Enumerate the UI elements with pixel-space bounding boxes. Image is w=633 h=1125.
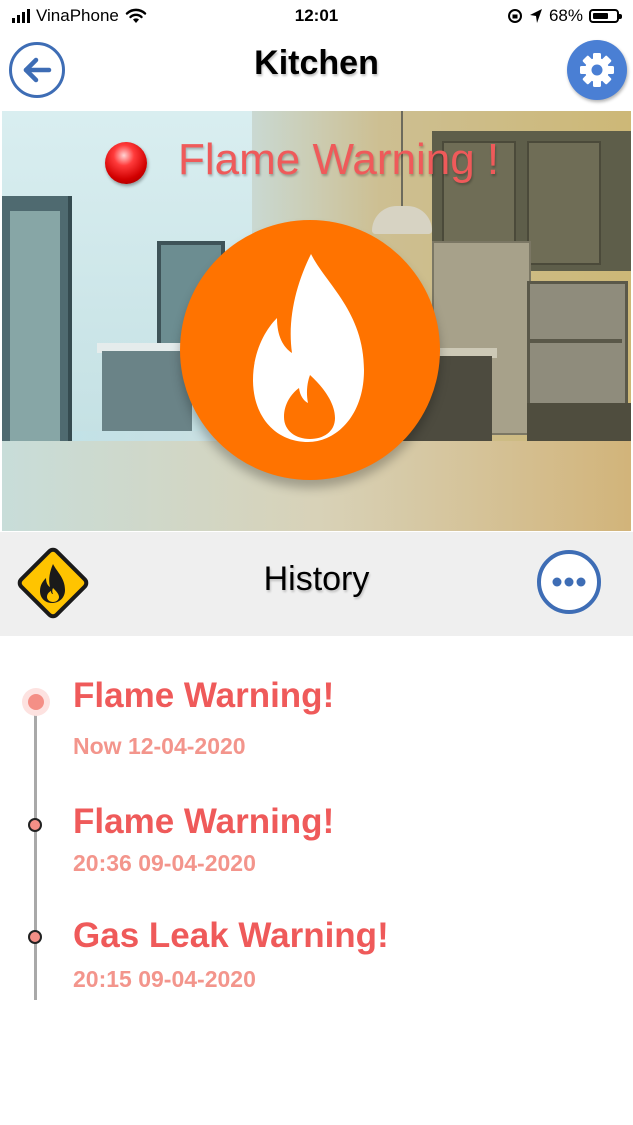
status-bar: VinaPhone 12:01 68%: [0, 0, 633, 34]
timeline-dot: [28, 818, 42, 832]
history-item-title[interactable]: Flame Warning!: [73, 802, 334, 842]
rotation-lock-icon: [507, 9, 522, 23]
battery-icon: [589, 9, 622, 23]
alert-title: Flame Warning !: [178, 135, 500, 184]
more-options-button[interactable]: [537, 550, 601, 614]
history-item-time: Now 12-04-2020: [73, 733, 246, 759]
location-icon: [529, 9, 542, 23]
red-alert-dot: [105, 142, 147, 184]
history-timeline: Flame Warning! Now 12-04-2020 Flame Warn…: [0, 636, 633, 1125]
flame-icon: [253, 254, 364, 442]
gear-icon: [580, 53, 614, 87]
history-item-title[interactable]: Gas Leak Warning!: [73, 916, 389, 956]
history-item-title[interactable]: Flame Warning!: [73, 676, 334, 716]
timeline-dot-current: [22, 688, 50, 716]
more-dots-icon: [552, 577, 586, 587]
settings-button[interactable]: [567, 40, 627, 100]
timeline-line: [34, 702, 37, 1000]
page-title: Kitchen: [254, 44, 379, 82]
history-bar: History: [0, 532, 633, 636]
status-bar-right: 68%: [507, 6, 622, 26]
background-oven: [527, 281, 628, 407]
background-oven-divider: [527, 339, 622, 343]
timeline-dot: [28, 930, 42, 944]
battery-fill: [593, 13, 608, 19]
flame-status-circle: [180, 220, 440, 480]
battery-percent: 68%: [548, 6, 583, 25]
history-item-time: 20:36 09-04-2020: [73, 850, 256, 876]
history-item-time: 20:15 09-04-2020: [73, 966, 256, 992]
background-counter: [102, 351, 192, 431]
alert-hero: Flame Warning !: [2, 111, 631, 531]
header: Kitchen: [0, 34, 633, 110]
